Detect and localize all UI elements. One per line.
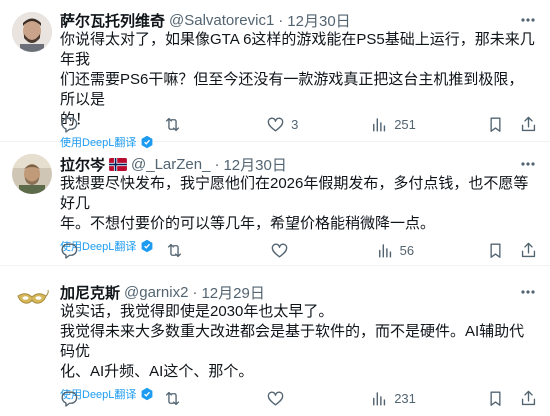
tweet-text-line: 说实话，我觉得即使是2030年也太早了。 <box>60 303 334 320</box>
tweet-header: 拉尔岑 @_LarZen_ · 12月30日 <box>60 154 538 174</box>
share-button[interactable] <box>519 241 538 260</box>
bookmark-button[interactable] <box>486 389 505 408</box>
retweet-icon <box>165 117 180 131</box>
user-handle[interactable]: @_LarZen_ <box>131 156 210 173</box>
action-bar-right <box>486 389 538 408</box>
share-icon <box>521 390 536 405</box>
views-icon <box>373 391 386 406</box>
tweet-header: 萨尔瓦托列维奇 @Salvatorevic1 · 12月30日 <box>60 10 538 30</box>
tweet-header: 加尼克斯 @garnix2 · 12月29日 <box>60 282 538 302</box>
share-button[interactable] <box>519 115 538 134</box>
separator-dot: · <box>192 283 198 301</box>
share-button[interactable] <box>519 389 538 408</box>
views-count: 251 <box>394 116 416 132</box>
reply-button[interactable] <box>60 115 93 134</box>
bookmark-button[interactable] <box>486 241 505 260</box>
heart-icon <box>267 116 284 132</box>
action-bar-right <box>486 241 538 260</box>
tweet-2[interactable]: 拉尔岑 @_LarZen_ · 12月30日 我想要尽快发布，我宁愿他们在202… <box>0 142 550 266</box>
tweet-text-line: 们还需要PS6干嘛？但至今还没有一款游戏真正把这台主机推到极限，所以是 <box>60 71 524 108</box>
avatar-salvatorevic1[interactable] <box>12 12 52 52</box>
bookmark-icon <box>490 116 501 132</box>
views-count: 231 <box>394 390 416 406</box>
action-bar: 231 <box>60 388 538 408</box>
bookmark-button[interactable] <box>486 115 505 134</box>
tweet-text: 说实话，我觉得即使是2030年也太早了。 我觉得未来大多数重大改进都会是基于软件… <box>60 302 538 382</box>
bookmark-icon <box>490 390 501 406</box>
tweet-text-line: 你说得太对了，如果像GTA 6这样的游戏能在PS5基础上运行，那未来几年我 <box>60 31 535 68</box>
tweet-text-line: 化、AI升频、AI这个、那个。 <box>60 363 254 380</box>
retweet-button[interactable] <box>165 241 198 260</box>
more-icon[interactable] <box>518 282 538 302</box>
heart-icon <box>267 390 284 406</box>
tweet-1[interactable]: 萨尔瓦托列维奇 @Salvatorevic1 · 12月30日 你说得太对了，如… <box>0 0 550 149</box>
display-name[interactable]: 拉尔岑 <box>60 154 105 175</box>
avatar-larzen[interactable] <box>12 154 52 194</box>
views-button[interactable]: 56 <box>375 241 414 260</box>
display-name[interactable]: 萨尔瓦托列维奇 <box>60 10 165 31</box>
separator-dot: · <box>278 11 284 29</box>
reply-icon <box>61 242 78 259</box>
display-name[interactable]: 加尼克斯 <box>60 282 120 303</box>
like-button[interactable] <box>266 389 299 408</box>
reply-icon <box>61 390 78 407</box>
timestamp[interactable]: 12月30日 <box>287 10 350 31</box>
action-bar-right <box>486 115 538 134</box>
tweet-text-line: 我想要尽快发布，我宁愿他们在2026年假期发布，多付点钱，也不愿等好几 <box>60 175 529 212</box>
like-button[interactable] <box>270 241 303 260</box>
separator-dot: · <box>214 155 220 173</box>
retweet-icon <box>167 243 181 257</box>
user-handle[interactable]: @garnix2 <box>124 284 188 301</box>
action-bar: 3 251 <box>60 114 538 134</box>
retweet-icon <box>165 391 180 405</box>
reply-icon <box>61 116 78 133</box>
reply-button[interactable] <box>60 389 93 408</box>
tweet-text-line: 我觉得未来大多数重大改进都会是基于软件的，而不是硬件。AI辅助代码优 <box>60 323 525 360</box>
user-handle[interactable]: @Salvatorevic1 <box>169 12 274 29</box>
norway-flag-icon <box>109 157 127 171</box>
views-count: 56 <box>399 242 415 258</box>
views-button[interactable]: 251 <box>369 115 416 134</box>
like-count: 3 <box>291 116 299 132</box>
retweet-button[interactable] <box>163 389 196 408</box>
timestamp[interactable]: 12月29日 <box>201 282 264 303</box>
tweet-text: 我想要尽快发布，我宁愿他们在2026年假期发布，多付点钱，也不愿等好几 年。不想… <box>60 174 538 234</box>
bookmark-icon <box>490 242 501 258</box>
reply-button[interactable] <box>60 241 93 260</box>
tweet-3[interactable]: 加尼克斯 @garnix2 · 12月29日 说实话，我觉得即使是2030年也太… <box>0 266 550 416</box>
share-icon <box>521 116 536 131</box>
avatar-garnix2[interactable] <box>12 280 52 320</box>
more-icon[interactable] <box>518 10 538 30</box>
tweet-text-line: 年。不想付要价的可以等几年，希望价格能稍微降一点。 <box>60 215 436 232</box>
like-button[interactable]: 3 <box>266 115 299 134</box>
share-icon <box>521 242 536 257</box>
views-icon <box>373 117 386 132</box>
heart-icon <box>271 242 288 258</box>
action-bar: 56 <box>60 240 538 260</box>
views-button[interactable]: 231 <box>369 389 416 408</box>
retweet-button[interactable] <box>163 115 196 134</box>
more-icon[interactable] <box>518 154 538 174</box>
timestamp[interactable]: 12月30日 <box>223 154 286 175</box>
views-icon <box>378 243 391 258</box>
